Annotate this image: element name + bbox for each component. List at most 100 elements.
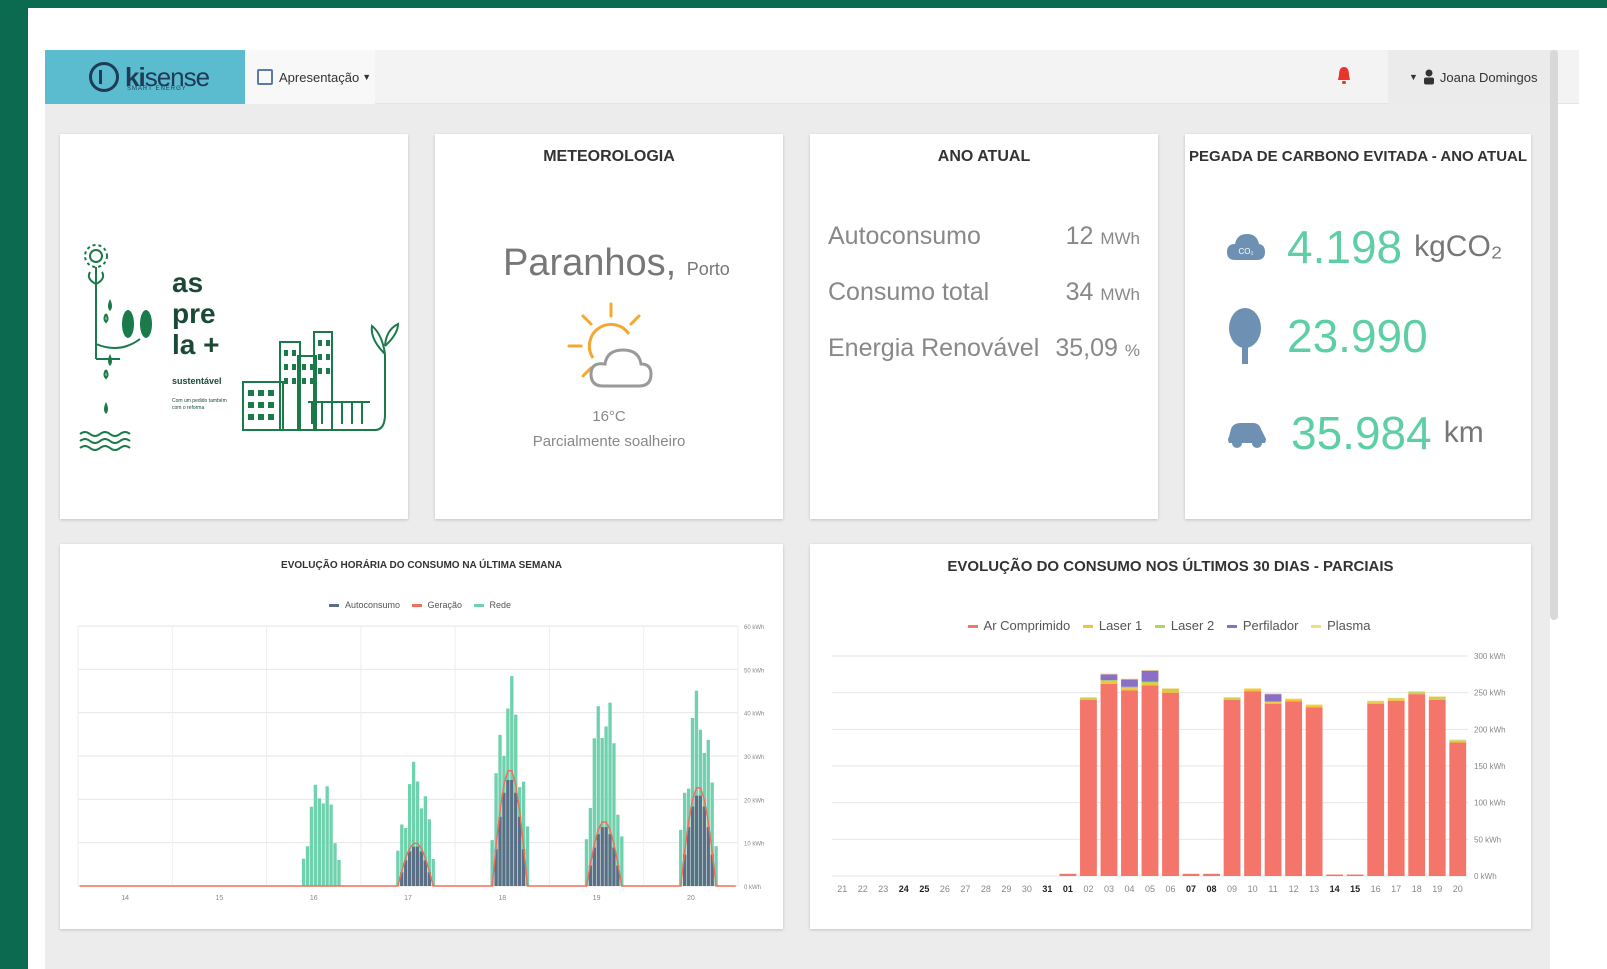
y-tick-label: 40 kWh	[744, 712, 764, 718]
bar-ar-comprimido	[1326, 874, 1344, 876]
y-tick-label: 250 kWh	[1474, 689, 1506, 698]
brand-tagline-small: Com um pedido também com o reforma	[172, 398, 227, 411]
autoconsumo-bar	[694, 795, 699, 886]
bell-icon[interactable]	[1337, 66, 1351, 86]
y-tick-label: 100 kWh	[1474, 799, 1506, 808]
km-value: 35.984	[1291, 407, 1432, 459]
x-tick-label: 20	[1453, 884, 1463, 894]
monthly-consumption-chart-card: EVOLUÇÃO DO CONSUMO NOS ÚLTIMOS 30 DIAS …	[810, 544, 1531, 929]
x-tick-label: 08	[1207, 884, 1217, 894]
bar-ar-comprimido	[1285, 701, 1303, 876]
bar-perfilador	[1141, 670, 1159, 682]
bar-laser-2	[1305, 705, 1323, 706]
bar-ar-comprimido	[1203, 873, 1220, 876]
bar-laser-2	[1100, 680, 1118, 682]
kisense-logo[interactable]: kisense SMART ENERGY	[45, 50, 245, 104]
x-tick-label: 01	[1063, 884, 1073, 894]
bar-ar-comprimido	[1449, 742, 1467, 876]
logo-subtitle: SMART ENERGY	[127, 86, 187, 92]
co2-row: CO₂ 4.198 kgCO₂	[1225, 220, 1502, 274]
autoconsumo-bar	[604, 827, 608, 886]
presentation-menu-button[interactable]: Apresentação ▼	[245, 50, 375, 104]
km-row: 35.984 km	[1225, 406, 1484, 460]
weekly-consumption-chart-card: EVOLUÇÃO HORÁRIA DO CONSUMO NA ÚLTIMA SE…	[60, 544, 783, 929]
bar-laser-1	[1387, 699, 1405, 701]
x-tick-label: 04	[1124, 884, 1134, 894]
rede-bar	[317, 798, 321, 886]
user-name: Joana Domingos	[1439, 69, 1538, 85]
bar-plasma	[1223, 697, 1241, 698]
bar-plasma	[1264, 693, 1282, 695]
trees-row: 23.990	[1225, 306, 1428, 366]
brand-tagline-sub: sustentável	[172, 376, 222, 386]
y-tick-label: 150 kWh	[1474, 762, 1506, 771]
rede-bar	[333, 843, 337, 886]
bar-laser-1	[1367, 702, 1385, 704]
current-year-card: ANO ATUAL Autoconsumo 12 MWh Consumo tot…	[810, 134, 1158, 519]
rede-bar	[321, 803, 325, 886]
bar-plasma	[1244, 688, 1261, 689]
x-tick-label: 07	[1186, 884, 1196, 894]
bar-plasma	[1100, 673, 1118, 675]
bar-laser-2	[1223, 697, 1241, 699]
co2-unit: kgCO₂	[1414, 230, 1503, 263]
bar-ar-comprimido	[1346, 874, 1364, 876]
x-tick-label: 09	[1227, 884, 1237, 894]
x-tick-label: 22	[858, 884, 868, 894]
x-tick-label: 19	[1432, 884, 1442, 894]
bar-laser-2	[1121, 686, 1138, 689]
x-tick-label: 16	[310, 895, 318, 902]
x-tick-label: 12	[1289, 884, 1299, 894]
logo-mark-icon	[89, 62, 119, 92]
x-tick-label: 24	[899, 884, 909, 894]
y-tick-label: 20 kWh	[744, 798, 764, 804]
autoconsumo-bar	[596, 834, 600, 886]
rede-bar	[309, 806, 314, 886]
bar-ar-comprimido	[1080, 700, 1097, 876]
bar-ar-comprimido	[1367, 703, 1385, 876]
km-unit: km	[1443, 416, 1484, 449]
bar-plasma	[1387, 697, 1405, 699]
x-tick-label: 18	[1412, 884, 1422, 894]
bar-laser-1	[1264, 702, 1282, 704]
rede-bar	[301, 858, 306, 886]
autoconsumo-bar	[506, 779, 510, 886]
svg-text:CO₂: CO₂	[1238, 247, 1253, 256]
bar-ar-comprimido	[1121, 690, 1138, 876]
carbon-footprint-card: PEGADA DE CARBONO EVITADA - ANO ATUAL CO…	[1185, 134, 1531, 519]
x-tick-label: 26	[940, 884, 950, 894]
bar-ar-comprimido	[1428, 700, 1446, 876]
bar-plasma	[1428, 696, 1446, 698]
bar-laser-1	[1428, 698, 1446, 700]
bar-plasma	[1305, 704, 1323, 706]
bar-plasma	[1408, 691, 1426, 692]
x-tick-label: 23	[878, 884, 888, 894]
bar-perfilador	[1121, 679, 1138, 687]
user-menu-button[interactable]: ▼ Joana Domingos	[1388, 50, 1558, 104]
x-tick-label: 14	[1330, 884, 1340, 894]
weather-region: Porto	[686, 259, 730, 279]
page-scrollbar[interactable]	[1550, 50, 1558, 620]
x-tick-label: 06	[1166, 884, 1176, 894]
bar-ar-comprimido	[1408, 694, 1426, 876]
bar-plasma	[1080, 697, 1097, 698]
bar-laser-1	[1223, 698, 1241, 700]
bar-laser-2	[1264, 701, 1282, 703]
rede-bar	[325, 786, 329, 886]
bar-plasma	[1141, 669, 1159, 671]
x-tick-label: 14	[121, 895, 129, 902]
autoconsumo-bar	[411, 846, 416, 886]
monthly-chart-plot[interactable]: 0 kWh 50 kWh 100 kWh 150 kWh 200 kWh 250 kWh 3…	[810, 544, 1531, 929]
bar-laser-2	[1285, 699, 1303, 700]
bar-laser-2	[1428, 697, 1446, 699]
x-tick-label: 25	[919, 884, 929, 894]
bar-plasma	[1121, 678, 1138, 680]
bar-ar-comprimido	[1100, 683, 1118, 876]
autoconsumo-bar	[600, 827, 604, 886]
x-tick-label: 15	[1350, 884, 1360, 894]
autoconsumo-bar	[608, 834, 612, 886]
weekly-chart-plot[interactable]: 0 kWh 10 kWh 20 kWh 30 kWh 40 kWh 50 kWh 60 kW…	[60, 544, 783, 929]
x-tick-label: 27	[960, 884, 970, 894]
bar-laser-2	[1244, 689, 1261, 690]
caret-down-icon: ▼	[362, 72, 372, 82]
